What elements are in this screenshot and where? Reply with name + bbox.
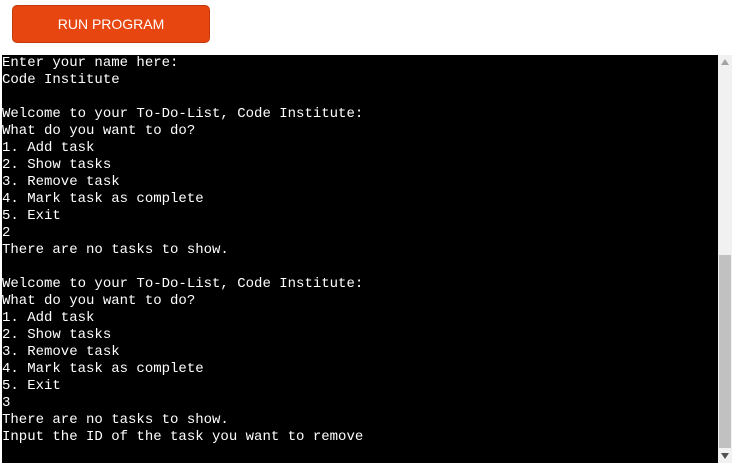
terminal-window[interactable]: Enter your name here: Code Institute Welco…	[2, 55, 718, 463]
terminal-line: 2. Show tasks	[2, 157, 112, 173]
terminal-line: What do you want to do?	[2, 123, 196, 139]
terminal-line: 3	[2, 395, 11, 411]
terminal-line: 3. Remove task	[2, 174, 120, 190]
terminal-line: 5. Exit	[2, 378, 61, 394]
terminal-line: Welcome to your To-Do-List, Code Institu…	[2, 106, 364, 122]
terminal-line: 1. Add task	[2, 140, 95, 156]
terminal-line: 4. Mark task as complete	[2, 191, 204, 207]
terminal-line: Code Institute	[2, 72, 120, 88]
terminal-line: There are no tasks to show.	[2, 412, 229, 428]
scroll-down-icon[interactable]	[718, 449, 732, 463]
terminal-line: 1. Add task	[2, 310, 95, 326]
scroll-up-icon[interactable]	[718, 55, 732, 69]
terminal-line: 2	[2, 225, 11, 241]
terminal-line: 4. Mark task as complete	[2, 361, 204, 377]
run-program-button[interactable]: RUN PROGRAM	[12, 5, 210, 43]
terminal-line: Enter your name here:	[2, 55, 179, 71]
terminal-line: 3. Remove task	[2, 344, 120, 360]
terminal-line: What do you want to do?	[2, 293, 196, 309]
scroll-thumb[interactable]	[719, 255, 731, 448]
terminal-line: 2. Show tasks	[2, 327, 112, 343]
terminal-line: 5. Exit	[2, 208, 61, 224]
terminal-line: There are no tasks to show.	[2, 242, 229, 258]
terminal-output: Enter your name here: Code Institute Welco…	[2, 55, 718, 446]
terminal-line: Welcome to your To-Do-List, Code Institu…	[2, 276, 364, 292]
terminal-scrollbar[interactable]	[718, 55, 732, 463]
terminal-line: Input the ID of the task you want to rem…	[2, 429, 364, 445]
